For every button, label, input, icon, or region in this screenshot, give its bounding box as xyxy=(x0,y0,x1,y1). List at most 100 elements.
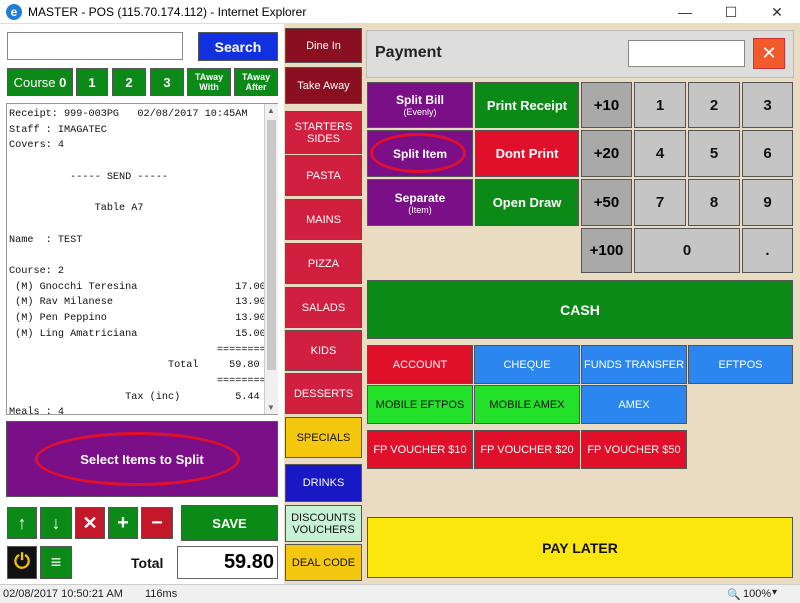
power-icon[interactable]: ⏻ xyxy=(7,546,37,579)
move-up-button[interactable]: ↑ xyxy=(7,507,37,539)
zoom-dropdown-icon[interactable]: ▾ xyxy=(772,587,777,598)
zoom-level[interactable]: 100% xyxy=(743,588,771,600)
internet-explorer-icon: e xyxy=(6,4,22,20)
separate-item-button[interactable]: Separate (Item) xyxy=(367,179,473,226)
scroll-up-arrow-icon[interactable]: ▲ xyxy=(267,106,275,115)
takeaway-with-line2: With xyxy=(199,82,219,92)
plus-100-button[interactable]: +100 xyxy=(581,228,632,273)
key-4[interactable]: 4 xyxy=(634,130,686,177)
increase-qty-button[interactable]: + xyxy=(108,507,138,539)
course-1-button[interactable]: 1 xyxy=(76,68,108,96)
cheque-button[interactable]: CHEQUE xyxy=(474,345,580,384)
course-label: Course xyxy=(13,74,56,90)
category-mains[interactable]: MAINS xyxy=(285,199,362,240)
scrollbar-thumb[interactable] xyxy=(267,120,276,370)
account-button[interactable]: ACCOUNT xyxy=(367,345,473,384)
key-9[interactable]: 9 xyxy=(742,179,793,226)
category-deal-code[interactable]: DEAL CODE xyxy=(285,544,362,581)
mobile-amex-button[interactable]: MOBILE AMEX xyxy=(474,385,580,424)
key-2[interactable]: 2 xyxy=(688,82,740,128)
receipt-line xyxy=(9,248,259,264)
takeaway-after-line2: After xyxy=(245,82,267,92)
fp-voucher-20-button[interactable]: FP VOUCHER $20 xyxy=(474,430,580,469)
mobile-eftpos-button[interactable]: MOBILE EFTPOS xyxy=(367,385,473,424)
receipt-line: Course: 2 xyxy=(9,266,65,278)
split-item-button[interactable]: Split Item xyxy=(367,130,473,177)
pay-later-button[interactable]: PAY LATER xyxy=(367,517,793,578)
split-bill-button[interactable]: Split Bill (Evenly) xyxy=(367,82,473,128)
decrease-qty-button[interactable]: − xyxy=(141,507,173,539)
split-bill-label: Split Bill xyxy=(396,93,444,107)
zoom-icon: 🔍 xyxy=(727,589,741,601)
receipt-line xyxy=(9,217,259,233)
key-8[interactable]: 8 xyxy=(688,179,740,226)
category-pasta[interactable]: PASTA xyxy=(285,155,362,196)
eftpos-button[interactable]: EFTPOS xyxy=(688,345,793,384)
total-value: 59.80 xyxy=(177,546,278,579)
receipt-view[interactable]: Receipt: 999-003PG 02/08/2017 10:45AM Sta… xyxy=(6,103,278,415)
key-0[interactable]: 0 xyxy=(634,228,740,273)
plus-10-button[interactable]: +10 xyxy=(581,82,632,128)
receipt-line: Name : TEST xyxy=(9,234,83,246)
receipt-line: (M) Ling Amatriciana 15.00 xyxy=(9,328,266,340)
fp-voucher-50-button[interactable]: FP VOUCHER $50 xyxy=(581,430,687,469)
receipt-line: Table A7 xyxy=(9,203,144,215)
takeaway-after-line1: TAway xyxy=(241,72,271,82)
payment-amount-input[interactable] xyxy=(628,40,745,67)
cash-button[interactable]: CASH xyxy=(367,280,793,339)
dont-print-button[interactable]: Dont Print xyxy=(475,130,579,177)
funds-transfer-button[interactable]: FUNDS TRANSFER xyxy=(581,345,687,384)
open-draw-button[interactable]: Open Draw xyxy=(475,179,579,226)
course-0-button[interactable]: Course 0 xyxy=(7,68,73,96)
receipt-line: (M) Gnocchi Teresina 17.00 xyxy=(9,281,266,293)
takeaway-with-line1: TAway xyxy=(194,72,224,82)
close-window-button[interactable]: ✕ xyxy=(754,0,800,24)
window-title: MASTER - POS (115.70.174.112) - Internet… xyxy=(28,4,307,19)
total-label: Total xyxy=(131,555,164,571)
category-kids[interactable]: KIDS xyxy=(285,330,362,371)
receipt-line: ----- SEND ----- xyxy=(9,171,168,183)
key-5[interactable]: 5 xyxy=(688,130,740,177)
amex-button[interactable]: AMEX xyxy=(581,385,687,424)
category-drinks[interactable]: DRINKS xyxy=(285,464,362,502)
course-3-button[interactable]: 3 xyxy=(150,68,184,96)
key-decimal[interactable]: . xyxy=(742,228,793,273)
select-items-to-split-button[interactable]: Select Items to Split xyxy=(6,421,278,497)
course-2-button[interactable]: 2 xyxy=(112,68,146,96)
takeaway-after-button[interactable]: TAway After xyxy=(234,68,278,96)
key-6[interactable]: 6 xyxy=(742,130,793,177)
receipt-line xyxy=(9,154,259,170)
category-discounts-vouchers[interactable]: DISCOUNTS VOUCHERS xyxy=(285,505,362,542)
key-7[interactable]: 7 xyxy=(634,179,686,226)
category-specials[interactable]: SPECIALS xyxy=(285,417,362,458)
dine-in-button[interactable]: Dine In xyxy=(285,28,362,63)
maximize-button[interactable]: ☐ xyxy=(708,0,754,24)
receipt-line: Meals : 4 xyxy=(9,407,65,415)
receipt-line: Receipt: 999-003PG 02/08/2017 10:45AM xyxy=(9,109,248,120)
plus-20-button[interactable]: +20 xyxy=(581,130,632,177)
close-payment-icon[interactable]: ✕ xyxy=(753,38,785,69)
takeaway-with-button[interactable]: TAway With xyxy=(187,68,231,96)
delete-item-button[interactable]: ✕ xyxy=(75,507,105,539)
move-down-button[interactable]: ↓ xyxy=(40,507,72,539)
search-input[interactable] xyxy=(7,32,183,60)
minimize-button[interactable]: — xyxy=(662,0,708,24)
fp-voucher-10-button[interactable]: FP VOUCHER $10 xyxy=(367,430,473,469)
search-button[interactable]: Search xyxy=(198,32,278,61)
key-3[interactable]: 3 xyxy=(742,82,793,128)
print-receipt-button[interactable]: Print Receipt xyxy=(475,82,579,128)
receipt-line: (M) Rav Milanese 13.90 xyxy=(9,297,266,309)
category-salads[interactable]: SALADS xyxy=(285,287,362,328)
category-desserts[interactable]: DESSERTS xyxy=(285,373,362,414)
plus-50-button[interactable]: +50 xyxy=(581,179,632,226)
menu-icon[interactable]: ≡ xyxy=(40,546,72,579)
key-1[interactable]: 1 xyxy=(634,82,686,128)
receipt-line: (M) Pen Peppino 13.90 xyxy=(9,313,266,325)
category-starters-sides[interactable]: STARTERS SIDES xyxy=(285,111,362,154)
save-button[interactable]: SAVE xyxy=(181,505,278,541)
category-pizza[interactable]: PIZZA xyxy=(285,243,362,284)
receipt-line xyxy=(9,186,259,202)
take-away-button[interactable]: Take Away xyxy=(285,67,362,104)
scroll-down-arrow-icon[interactable]: ▼ xyxy=(267,403,275,412)
receipt-scrollbar[interactable]: ▲ ▼ xyxy=(264,104,278,414)
